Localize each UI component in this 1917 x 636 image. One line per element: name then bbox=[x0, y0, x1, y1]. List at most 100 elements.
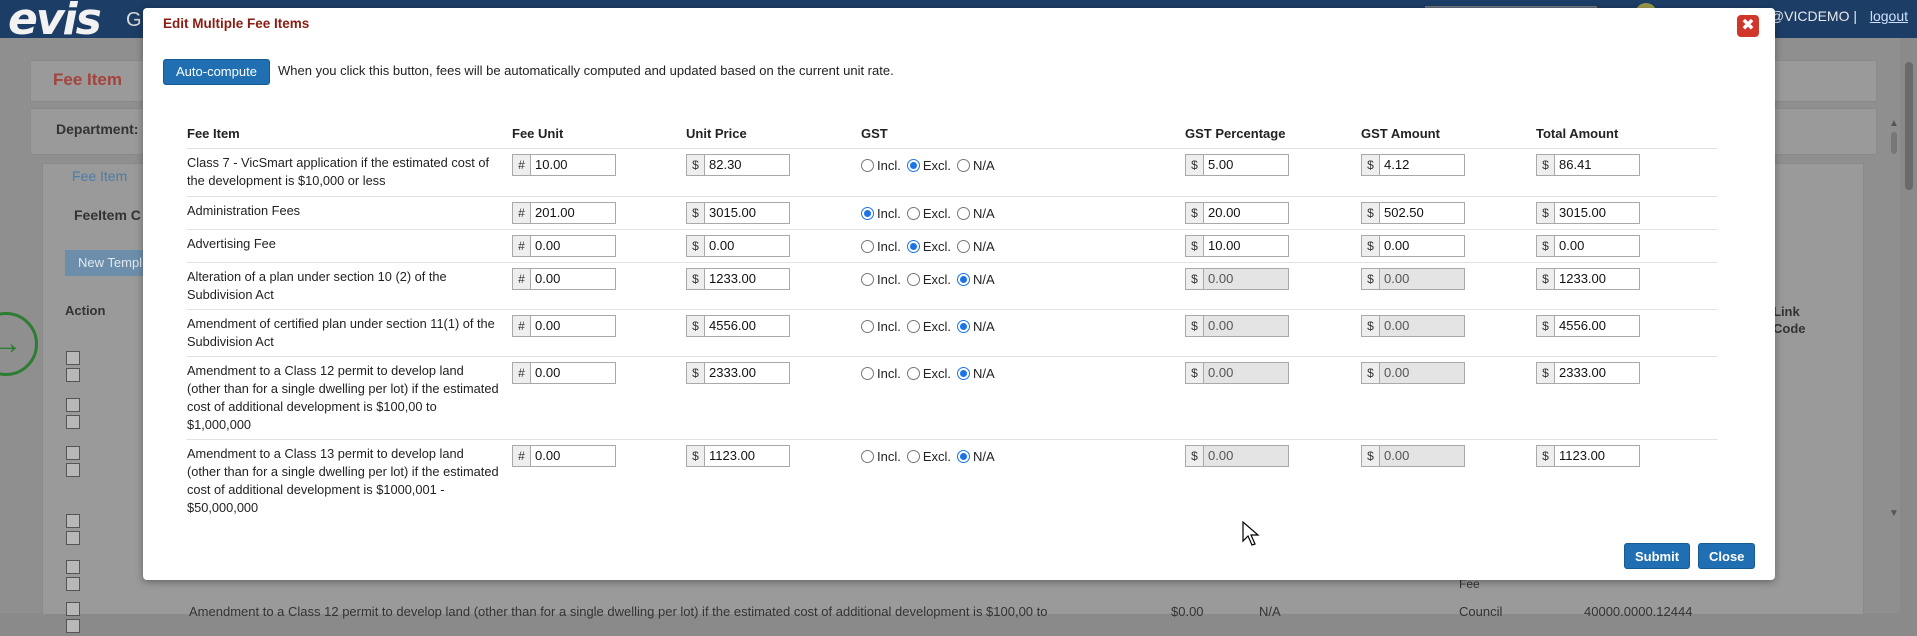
gst-na-radio[interactable] bbox=[957, 158, 971, 172]
total-amount-prefix: $ bbox=[1536, 445, 1554, 467]
total-amount-input[interactable]: 86.41 bbox=[1554, 154, 1640, 176]
unit-price-input[interactable]: 82.30 bbox=[704, 154, 790, 176]
gst-amount-prefix: $ bbox=[1361, 235, 1379, 257]
gst-na-radio[interactable] bbox=[957, 272, 971, 286]
logout-link[interactable]: logout bbox=[1870, 8, 1908, 24]
gst-amount-group: $0.00 bbox=[1361, 235, 1465, 257]
col-gst-percentage: GST Percentage bbox=[1185, 126, 1286, 141]
gst-incl-radio[interactable] bbox=[861, 319, 874, 333]
gst-amount-input[interactable]: 0.00 bbox=[1379, 362, 1465, 384]
gst-excl-radio[interactable] bbox=[906, 272, 920, 286]
unit-price-prefix: $ bbox=[686, 315, 704, 337]
gst-percentage-group: $0.00 bbox=[1185, 315, 1289, 337]
gst-percentage-group: $20.00 bbox=[1185, 202, 1289, 224]
fee-unit-input[interactable]: 0.00 bbox=[530, 315, 616, 337]
total-amount-prefix: $ bbox=[1536, 202, 1554, 224]
auto-compute-button[interactable]: Auto-compute bbox=[163, 59, 270, 85]
total-amount-input[interactable]: 0.00 bbox=[1554, 235, 1640, 257]
unit-price-group: $82.30 bbox=[686, 154, 790, 176]
gst-percentage-input[interactable]: 0.00 bbox=[1203, 268, 1289, 290]
fee-unit-input[interactable]: 0.00 bbox=[530, 235, 616, 257]
scroll-up-icon[interactable]: ▲ bbox=[1889, 118, 1899, 129]
gst-percentage-input[interactable]: 0.00 bbox=[1203, 445, 1289, 467]
gst-excl-label: Excl. bbox=[922, 157, 952, 173]
fee-unit-input[interactable]: 201.00 bbox=[530, 202, 616, 224]
grid-scrollbar[interactable]: ▲ ▼ bbox=[1889, 118, 1899, 519]
bg-new-template-button[interactable]: New Templ bbox=[65, 250, 147, 276]
gst-na-radio[interactable] bbox=[957, 319, 971, 333]
gst-excl-radio[interactable] bbox=[906, 239, 920, 253]
gst-amount-input[interactable]: 0.00 bbox=[1379, 235, 1465, 257]
unit-price-input[interactable]: 2333.00 bbox=[704, 362, 790, 384]
unit-price-input[interactable]: 1123.00 bbox=[704, 445, 790, 467]
gst-excl-radio[interactable] bbox=[906, 206, 920, 220]
total-amount-input[interactable]: 1123.00 bbox=[1554, 445, 1640, 467]
unit-price-input[interactable]: 3015.00 bbox=[704, 202, 790, 224]
scroll-down-icon[interactable]: ▼ bbox=[1889, 508, 1899, 519]
gst-na-radio[interactable] bbox=[957, 366, 971, 380]
gst-incl-radio[interactable] bbox=[861, 239, 874, 253]
total-amount-input[interactable]: 2333.00 bbox=[1554, 362, 1640, 384]
gst-incl-radio[interactable] bbox=[861, 206, 874, 220]
unit-price-prefix: $ bbox=[686, 202, 704, 224]
gst-amount-input[interactable]: 4.12 bbox=[1379, 154, 1465, 176]
gst-excl-radio[interactable] bbox=[906, 366, 920, 380]
fee-unit-input[interactable]: 0.00 bbox=[530, 445, 616, 467]
bg-row-edit-icons[interactable] bbox=[66, 446, 94, 477]
gst-percentage-input[interactable]: 20.00 bbox=[1203, 202, 1289, 224]
unit-price-input[interactable]: 0.00 bbox=[704, 235, 790, 257]
total-amount-input[interactable]: 4556.00 bbox=[1554, 315, 1640, 337]
bg-row-edit-icons[interactable] bbox=[66, 560, 94, 591]
gst-incl-radio[interactable] bbox=[861, 272, 874, 286]
gst-amount-input[interactable]: 502.50 bbox=[1379, 202, 1465, 224]
bg-row-edit-icons[interactable] bbox=[66, 398, 94, 429]
bg-tab-fee-item[interactable]: Fee Item bbox=[72, 168, 127, 184]
fee-unit-input[interactable]: 10.00 bbox=[530, 154, 616, 176]
fee-unit-input[interactable]: 0.00 bbox=[530, 268, 616, 290]
col-total-amount: Total Amount bbox=[1536, 126, 1619, 141]
bg-feeitem-c-label: FeeItem C bbox=[74, 207, 141, 223]
gst-percentage-input[interactable]: 0.00 bbox=[1203, 362, 1289, 384]
gst-na-radio[interactable] bbox=[957, 206, 971, 220]
fee-unit-input[interactable]: 0.00 bbox=[530, 362, 616, 384]
total-amount-prefix: $ bbox=[1536, 362, 1554, 384]
unit-price-prefix: $ bbox=[686, 235, 704, 257]
gst-percentage-input[interactable]: 5.00 bbox=[1203, 154, 1289, 176]
grid-scrollbar-thumb[interactable] bbox=[1891, 132, 1897, 154]
gst-incl-radio[interactable] bbox=[861, 366, 874, 380]
gst-incl-radio[interactable] bbox=[861, 158, 874, 172]
bg-row-edit-icons[interactable] bbox=[66, 514, 94, 545]
total-amount-input[interactable]: 3015.00 bbox=[1554, 202, 1640, 224]
fee-item-name: Alteration of a plan under section 10 (2… bbox=[187, 269, 447, 302]
gst-excl-radio[interactable] bbox=[906, 158, 920, 172]
page-scrollbar-thumb[interactable] bbox=[1905, 62, 1913, 190]
col-fee-unit: Fee Unit bbox=[512, 126, 564, 141]
unit-price-input[interactable]: 1233.00 bbox=[704, 268, 790, 290]
gst-percentage-prefix: $ bbox=[1185, 235, 1203, 257]
fee-item-row: Alteration of a plan under section 10 (2… bbox=[187, 262, 1717, 310]
total-amount-input[interactable]: 1233.00 bbox=[1554, 268, 1640, 290]
fee-unit-group: #0.00 bbox=[512, 268, 616, 290]
close-icon[interactable]: ✖ bbox=[1737, 15, 1759, 37]
fee-unit-prefix: # bbox=[512, 445, 530, 467]
gst-amount-prefix: $ bbox=[1361, 362, 1379, 384]
gst-excl-radio[interactable] bbox=[906, 319, 920, 333]
gst-amount-input[interactable]: 0.00 bbox=[1379, 315, 1465, 337]
gst-radio-group: Incl. Excl. N/A bbox=[861, 268, 1001, 290]
gst-percentage-input[interactable]: 0.00 bbox=[1203, 315, 1289, 337]
close-button[interactable]: Close bbox=[1698, 543, 1756, 569]
fee-item-name: Amendment to a Class 13 permit to develo… bbox=[187, 446, 499, 514]
gst-excl-radio[interactable] bbox=[906, 449, 920, 463]
bg-row-edit-icons[interactable] bbox=[66, 602, 94, 633]
gst-incl-label: Incl. bbox=[877, 271, 901, 287]
gst-amount-input[interactable]: 0.00 bbox=[1379, 445, 1465, 467]
gst-na-radio[interactable] bbox=[957, 239, 971, 253]
gst-incl-radio[interactable] bbox=[861, 449, 874, 463]
gst-percentage-input[interactable]: 10.00 bbox=[1203, 235, 1289, 257]
bg-row-edit-icons[interactable] bbox=[66, 351, 94, 382]
submit-button[interactable]: Submit bbox=[1624, 543, 1691, 569]
col-fee-item: Fee Item bbox=[187, 126, 240, 141]
unit-price-input[interactable]: 4556.00 bbox=[704, 315, 790, 337]
gst-amount-input[interactable]: 0.00 bbox=[1379, 268, 1465, 290]
gst-na-radio[interactable] bbox=[957, 449, 971, 463]
